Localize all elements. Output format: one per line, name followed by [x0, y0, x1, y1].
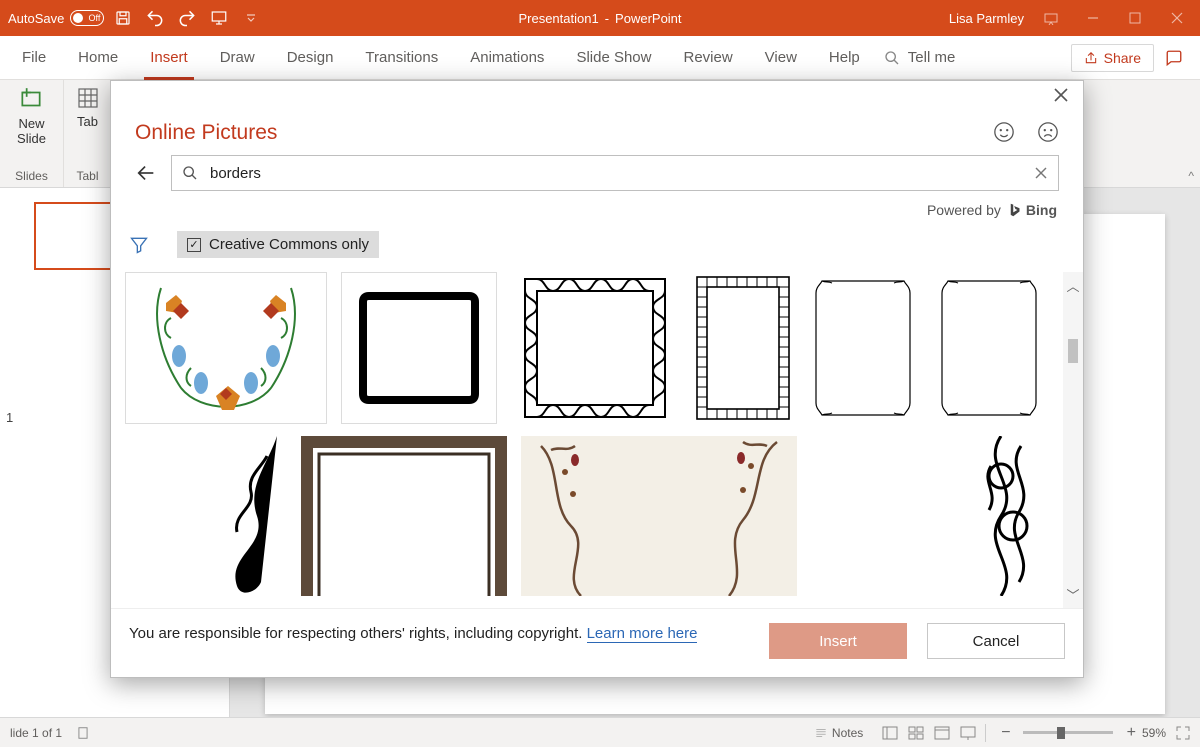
undo-icon[interactable]	[142, 5, 168, 31]
status-bar: lide 1 of 1 Notes − + 59%	[0, 717, 1200, 747]
search-icon	[182, 165, 198, 181]
tab-review[interactable]: Review	[667, 36, 748, 80]
result-image[interactable]	[811, 436, 1051, 596]
scroll-down-icon[interactable]: ﹀	[1066, 585, 1079, 604]
tab-slideshow[interactable]: Slide Show	[560, 36, 667, 80]
creative-commons-filter[interactable]: ✓ Creative Commons only	[177, 231, 379, 258]
fit-to-window-icon[interactable]	[1176, 726, 1190, 740]
collapse-ribbon-icon[interactable]: ^	[1188, 169, 1194, 183]
close-icon[interactable]	[1162, 0, 1192, 36]
scroll-up-icon[interactable]: ︿	[1066, 276, 1079, 295]
result-image[interactable]	[807, 272, 919, 424]
document-title: Presentation1 - PowerPoint	[518, 11, 681, 26]
zoom-out-icon[interactable]: −	[997, 724, 1014, 742]
result-image[interactable]	[301, 436, 507, 596]
zoom-in-icon[interactable]: +	[1121, 724, 1142, 742]
tab-design[interactable]: Design	[271, 36, 350, 80]
maximize-icon[interactable]	[1120, 0, 1150, 36]
tab-animations[interactable]: Animations	[454, 36, 560, 80]
tab-help[interactable]: Help	[813, 36, 876, 80]
slide-thumb-number: 1	[6, 410, 13, 425]
tab-insert[interactable]: Insert	[134, 36, 204, 80]
result-image[interactable]	[125, 436, 287, 596]
normal-view-icon[interactable]	[877, 722, 903, 744]
present-from-start-icon[interactable]	[206, 5, 232, 31]
result-image[interactable]	[125, 272, 327, 424]
sorter-view-icon[interactable]	[903, 722, 929, 744]
ribbon-display-icon[interactable]	[1036, 0, 1066, 36]
zoom-percent[interactable]: 59%	[1142, 726, 1166, 740]
filter-icon[interactable]	[125, 235, 153, 255]
powered-by-label: Powered by Bing	[111, 197, 1083, 221]
results-scrollbar[interactable]: ︿ ﹀	[1063, 272, 1083, 608]
share-button[interactable]: Share	[1071, 44, 1154, 72]
cancel-button[interactable]: Cancel	[927, 623, 1065, 659]
feedback-frown-icon[interactable]	[1037, 121, 1059, 143]
group-label-tables: Tabl	[76, 167, 98, 185]
autosave-switch[interactable]: Off	[70, 10, 104, 26]
slideshow-view-icon[interactable]	[955, 722, 981, 744]
autosave-toggle[interactable]: AutoSave Off	[8, 10, 104, 26]
learn-more-link[interactable]: Learn more here	[587, 625, 698, 643]
user-name[interactable]: Lisa Parmley	[949, 11, 1024, 26]
tab-file[interactable]: File	[6, 36, 62, 80]
ribbon-tabs: File Home Insert Draw Design Transitions…	[0, 36, 1200, 80]
bing-logo-icon: Bing	[1007, 201, 1057, 219]
result-image[interactable]	[341, 272, 497, 424]
group-label-slides: Slides	[15, 167, 48, 185]
tell-me-search[interactable]: Tell me	[884, 49, 956, 66]
autosave-label: AutoSave	[8, 11, 64, 26]
save-icon[interactable]	[110, 5, 136, 31]
tab-home[interactable]: Home	[62, 36, 134, 80]
new-slide-button[interactable]: New Slide	[17, 86, 46, 146]
tab-draw[interactable]: Draw	[204, 36, 271, 80]
result-image[interactable]	[521, 436, 797, 596]
qat-dropdown-icon[interactable]	[238, 5, 264, 31]
title-bar: AutoSave Off Presentation1 - PowerPoint …	[0, 0, 1200, 36]
online-pictures-dialog: Online Pictures Powered by Bing ✓ Cr	[110, 80, 1084, 678]
redo-icon[interactable]	[174, 5, 200, 31]
search-input[interactable]	[208, 164, 1048, 183]
minimize-icon[interactable]	[1078, 0, 1108, 36]
checkbox-icon[interactable]: ✓	[187, 238, 201, 252]
zoom-slider[interactable]	[1023, 731, 1113, 734]
copyright-disclaimer: You are responsible for respecting other…	[129, 623, 697, 644]
notes-button[interactable]: Notes	[814, 726, 863, 740]
search-box[interactable]	[171, 155, 1059, 191]
feedback-smile-icon[interactable]	[993, 121, 1015, 143]
tab-transitions[interactable]: Transitions	[349, 36, 454, 80]
insert-button[interactable]: Insert	[769, 623, 907, 659]
comments-icon[interactable]	[1154, 49, 1194, 67]
result-image[interactable]	[511, 272, 679, 424]
tab-view[interactable]: View	[749, 36, 813, 80]
slide-counter: lide 1 of 1	[10, 726, 62, 740]
accessibility-icon[interactable]	[76, 726, 90, 740]
image-results-grid	[125, 272, 1063, 608]
dialog-title: Online Pictures	[135, 121, 277, 145]
table-button[interactable]: Tab	[76, 86, 100, 129]
clear-search-icon[interactable]	[1034, 166, 1048, 180]
back-icon[interactable]	[135, 162, 157, 184]
result-image[interactable]	[693, 272, 793, 424]
scroll-thumb[interactable]	[1068, 339, 1078, 363]
reading-view-icon[interactable]	[929, 722, 955, 744]
result-image[interactable]	[933, 272, 1045, 424]
